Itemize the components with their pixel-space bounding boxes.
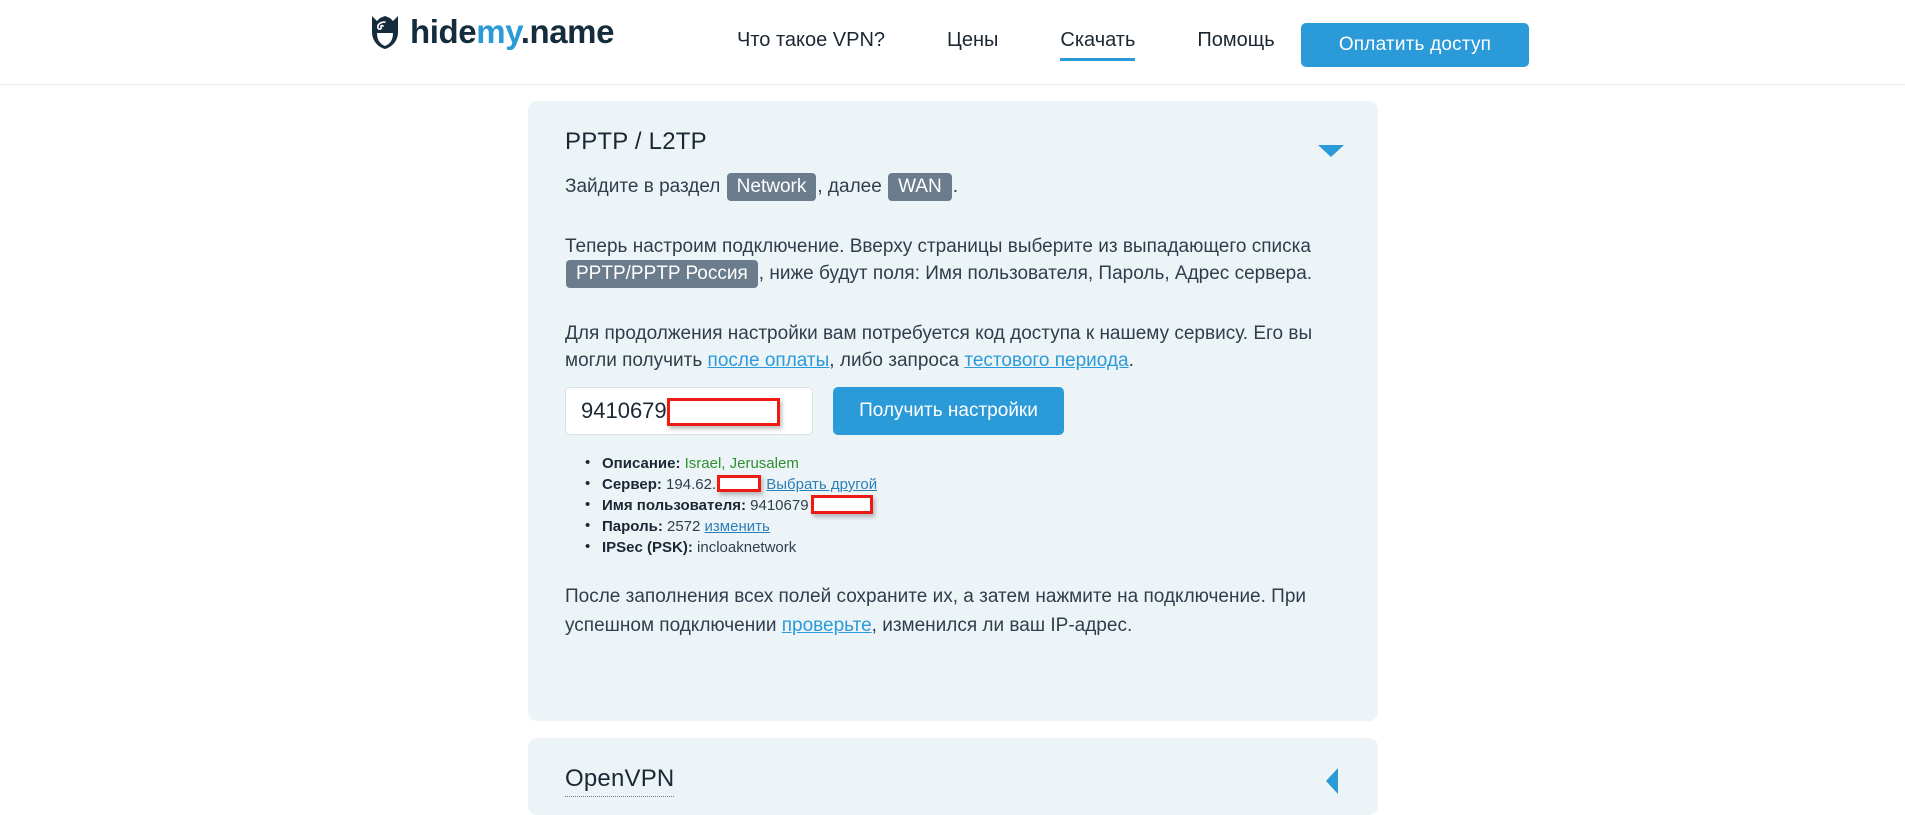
paragraph-step-2: Теперь настроим подключение. Вверху стра… <box>565 233 1355 288</box>
detail-value-username: 9410679 <box>750 497 809 514</box>
main-navigation: Что такое VPN? Цены Скачать Помощь <box>737 0 1275 85</box>
detail-label-ipsec: IPSec (PSK): <box>602 539 693 556</box>
list-item-ipsec-psk: IPSec (PSK): incloaknetwork <box>585 536 877 558</box>
list-item-description: Описание: Israel, Jerusalem <box>585 452 877 474</box>
list-item-password: Пароль: 2572 изменить <box>585 515 877 537</box>
chevron-left-icon[interactable] <box>1326 768 1338 794</box>
shield-cat-logo-icon <box>372 16 398 49</box>
list-item-server: Сервер: 194.62. Выбрать другой <box>585 473 877 495</box>
p1-text-a: Зайдите в раздел <box>565 176 721 197</box>
paragraph-step-1: Зайдите в раздел Network, далее WAN. <box>565 173 1355 201</box>
site-logo[interactable]: hidemy.name <box>370 14 614 50</box>
link-choose-another-server[interactable]: Выбрать другой <box>766 476 877 493</box>
detail-value-description: Israel, Jerusalem <box>684 455 799 472</box>
redaction-box-server <box>717 475 762 492</box>
redaction-box-access-code <box>667 398 780 426</box>
access-code-form: 9410679 Получить настройки <box>565 387 1064 435</box>
p2-text-b: , ниже будут поля: Имя пользователя, Пар… <box>758 263 1313 284</box>
link-trial-period[interactable]: тестового периода <box>964 350 1128 371</box>
p1-text-b: , далее <box>817 176 882 197</box>
panel-title-openvpn[interactable]: OpenVPN <box>565 764 675 797</box>
site-header: hidemy.name Что такое VPN? Цены Скачать … <box>0 0 1905 85</box>
badge-pptp-russia: PPTP/PPTP Россия <box>566 260 758 288</box>
p3-text-b: , либо запроса <box>829 350 960 371</box>
logo-text-name: .name <box>520 13 615 50</box>
p1-text-c: . <box>952 176 958 197</box>
badge-wan: WAN <box>888 173 952 201</box>
p2-text-a: Теперь настроим подключение. Вверху стра… <box>565 236 1311 257</box>
link-change-password[interactable]: изменить <box>705 518 770 535</box>
link-after-payment[interactable]: после оплаты <box>708 350 830 371</box>
paragraph-step-3: Для продолжения настройки вам потребуетс… <box>565 320 1355 374</box>
access-code-value: 9410679 <box>581 398 667 423</box>
detail-label-description: Описание: <box>602 455 681 472</box>
page-body: PPTP / L2TP Зайдите в раздел Network, да… <box>0 85 1905 815</box>
nav-item-what-is-vpn[interactable]: Что такое VPN? <box>737 27 885 59</box>
panel-title-pptp: PPTP / L2TP <box>565 128 707 155</box>
nav-item-download[interactable]: Скачать <box>1060 27 1136 61</box>
panel-openvpn[interactable]: OpenVPN <box>528 738 1378 815</box>
nav-item-prices[interactable]: Цены <box>947 27 998 59</box>
panel-pptp-l2tp: PPTP / L2TP Зайдите в раздел Network, да… <box>528 101 1378 721</box>
detail-value-server: 194.62. <box>666 476 717 493</box>
badge-network: Network <box>726 173 817 201</box>
detail-value-password: 2572 <box>667 518 701 535</box>
paragraph-closing: После заполнения всех полей сохраните их… <box>565 582 1355 640</box>
detail-value-ipsec: incloaknetwork <box>697 539 797 556</box>
link-check-ip[interactable]: проверьте <box>782 615 872 636</box>
nav-item-help[interactable]: Помощь <box>1197 27 1274 59</box>
detail-label-password: Пароль: <box>602 518 663 535</box>
get-settings-button[interactable]: Получить настройки <box>833 387 1064 435</box>
connection-details-list: Описание: Israel, Jerusalem Сервер: 194.… <box>580 452 877 558</box>
access-code-input[interactable]: 9410679 <box>565 387 813 435</box>
logo-text-my: my <box>476 13 521 50</box>
p3-text-c: . <box>1128 350 1134 371</box>
detail-label-username: Имя пользователя: <box>602 497 746 514</box>
list-item-username: Имя пользователя: 9410679 <box>585 494 877 516</box>
pay-access-button[interactable]: Оплатить доступ <box>1301 23 1529 67</box>
logo-text-hide: hide <box>410 13 477 50</box>
chevron-down-icon[interactable] <box>1318 145 1344 157</box>
redaction-box-username <box>810 495 873 514</box>
panel-content-pptp: Зайдите в раздел Network, далее WAN. Теп… <box>565 173 1355 404</box>
logo-wordmark: hidemy.name <box>410 14 614 50</box>
closing-text-b: , изменился ли ваш IP-адрес. <box>871 615 1133 636</box>
detail-label-server: Сервер: <box>602 476 662 493</box>
